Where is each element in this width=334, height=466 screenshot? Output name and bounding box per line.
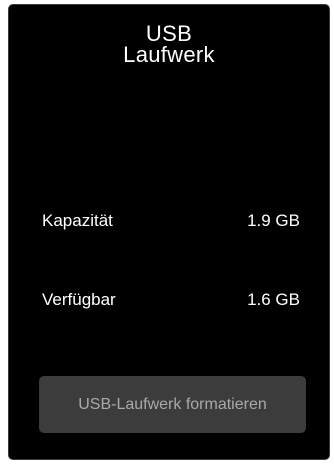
panel-title: USB Laufwerk bbox=[9, 21, 329, 67]
available-label: Verfügbar bbox=[42, 290, 116, 309]
capacity-label: Kapazität bbox=[42, 211, 113, 230]
capacity-value: 1.9 GB bbox=[247, 211, 300, 230]
format-usb-drive-button[interactable]: USB-Laufwerk formatieren bbox=[39, 376, 306, 433]
capacity-row: Kapazität 1.9 GB bbox=[42, 210, 300, 232]
panel-title-line-1: USB bbox=[145, 21, 193, 46]
panel-title-line-2: Laufwerk bbox=[123, 42, 215, 67]
available-value: 1.6 GB bbox=[247, 290, 300, 309]
available-row: Verfügbar 1.6 GB bbox=[42, 289, 300, 311]
usb-drive-panel: USB Laufwerk Kapazität 1.9 GB Verfügbar … bbox=[8, 4, 330, 460]
